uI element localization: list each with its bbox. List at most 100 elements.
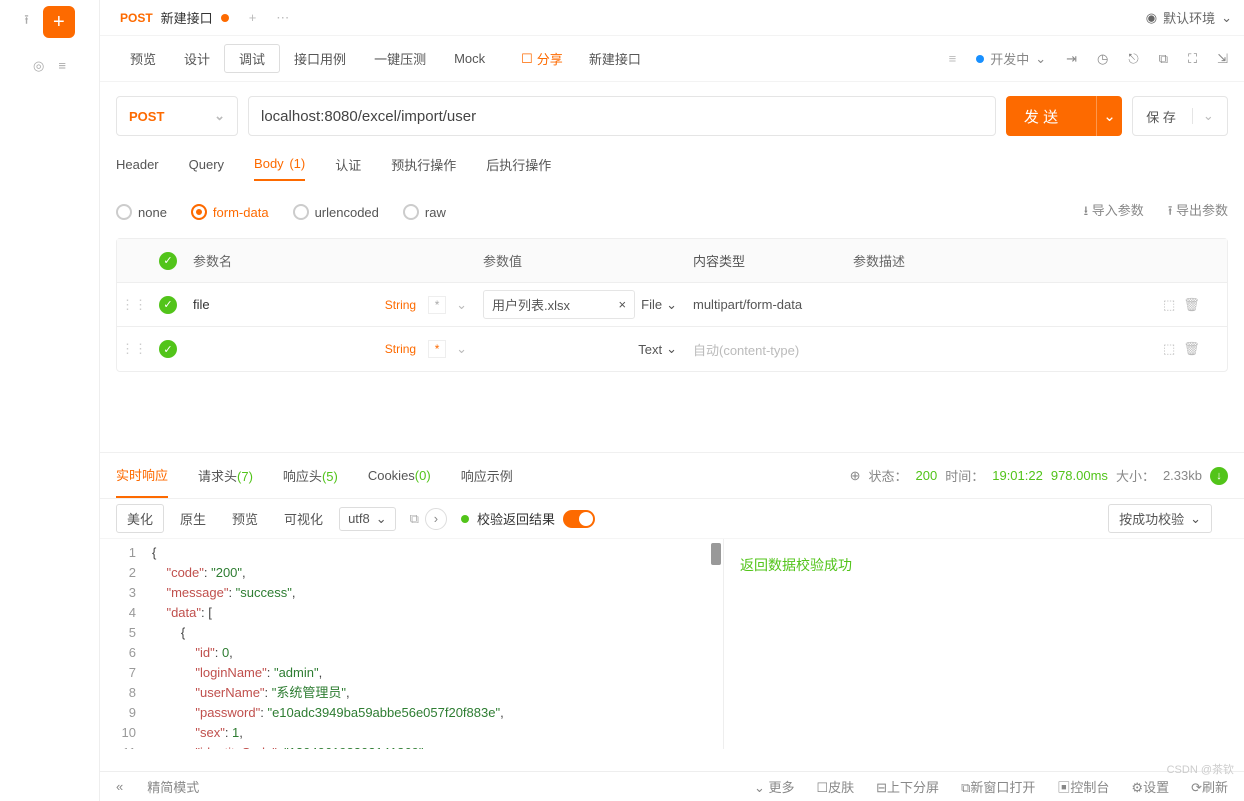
skin-button[interactable]: ☐皮肤	[816, 777, 854, 796]
value-type-select[interactable]: Text ⌄	[638, 341, 677, 357]
content-type-input[interactable]: multipart/form-data	[685, 297, 845, 312]
export-icon[interactable]: ⇲	[1217, 51, 1228, 67]
validate-toggle[interactable]	[563, 510, 595, 528]
tool-raw[interactable]: 原生	[170, 505, 216, 532]
chevron-down-icon[interactable]: ⌄	[456, 341, 467, 357]
download-icon[interactable]: ↓	[1210, 467, 1228, 485]
clock-icon[interactable]: ◷	[1097, 51, 1108, 67]
subnav-design[interactable]: 设计	[170, 49, 224, 68]
resp-tab-cookies[interactable]: Cookies(0)	[368, 456, 431, 495]
more-tabs-icon[interactable]: ⋯	[276, 10, 289, 26]
collapse-left-icon[interactable]: «	[116, 779, 123, 794]
tool-preview[interactable]: 预览	[222, 505, 268, 532]
response-body[interactable]: 1234567891011 { "code": "200", "message"…	[100, 539, 724, 749]
new-tab-icon[interactable]: +	[249, 10, 257, 26]
copy-icon[interactable]: ⧉	[410, 511, 419, 527]
param-value-input[interactable]: 用户列表.xlsx×	[483, 290, 635, 319]
chevron-down-icon: ⌄	[214, 108, 225, 124]
radio-urlencoded[interactable]: urlencoded	[293, 204, 379, 220]
tab-post[interactable]: 后执行操作	[486, 155, 551, 182]
expand-icon[interactable]: ⛶	[1188, 51, 1197, 67]
new-api-input[interactable]: 新建接口	[589, 49, 641, 68]
export-params[interactable]: ⭱ 导出参数	[1168, 200, 1228, 224]
required-toggle[interactable]: *	[428, 340, 446, 358]
param-name-input[interactable]: file	[193, 297, 210, 312]
mode-label[interactable]: 精简模式	[147, 777, 199, 796]
chevron-down-icon: ⌄	[1190, 511, 1201, 527]
drag-handle-icon[interactable]: ⋮⋮	[117, 297, 151, 313]
cube-icon[interactable]: ⬚	[1163, 297, 1175, 313]
target-icon[interactable]: ◎	[33, 58, 44, 74]
resp-tab-resh[interactable]: 响应头(5)	[283, 454, 338, 497]
settings-button[interactable]: ⚙设置	[1131, 777, 1169, 796]
radio-icon	[293, 204, 309, 220]
check-all-icon[interactable]: ✓	[159, 252, 177, 270]
console-button[interactable]: ▣控制台	[1057, 777, 1109, 796]
more-button[interactable]: ⌄ 更多	[754, 777, 795, 796]
url-input[interactable]: localhost:8080/excel/import/user	[248, 96, 996, 136]
row-check-icon[interactable]: ✓	[159, 340, 177, 358]
radio-formdata[interactable]: form-data	[191, 204, 269, 220]
encoding-select[interactable]: utf8⌄	[339, 507, 396, 531]
delete-icon[interactable]: 🗑	[1183, 297, 1200, 313]
subnav-preview[interactable]: 预览	[116, 49, 170, 68]
dev-status[interactable]: 开发中⌄	[976, 49, 1046, 68]
tab-active[interactable]: POST 新建接口	[110, 8, 239, 27]
subnav-mock[interactable]: Mock	[440, 51, 499, 66]
collapse-icon[interactable]: ≡	[949, 51, 957, 66]
drag-handle-icon[interactable]: ⋮⋮	[117, 341, 151, 357]
env-selector[interactable]: ◉ 默认环境 ⌄	[1146, 8, 1232, 27]
method-select[interactable]: POST⌄	[116, 96, 238, 136]
bottom-status-bar: « 精简模式 ⌄ 更多 ☐皮肤 ⊟上下分屏 ⧉新窗口打开 ▣控制台 ⚙设置 ⟳刷…	[100, 771, 1244, 801]
delete-icon[interactable]: 🗑	[1183, 341, 1200, 357]
subnav-debug[interactable]: 调试	[224, 44, 280, 73]
chevron-down-icon[interactable]: ⌄	[1096, 96, 1122, 136]
content-type-input[interactable]: 自动(content-type)	[685, 340, 845, 359]
refresh-button[interactable]: ⟳刷新	[1191, 777, 1228, 796]
new-window-button[interactable]: ⧉新窗口打开	[961, 777, 1035, 796]
tab-header[interactable]: Header	[116, 157, 159, 180]
tab-auth[interactable]: 认证	[335, 155, 361, 182]
table-header-row: ✓ 参数名 参数值 内容类型 参数描述	[117, 239, 1227, 283]
tab-body-label: Body	[254, 156, 284, 171]
tool-beautify[interactable]: 美化	[116, 504, 164, 533]
cookies-label: Cookies	[368, 468, 415, 483]
validate-mode-select[interactable]: 按成功校验⌄	[1108, 504, 1212, 533]
resp-tab-live[interactable]: 实时响应	[116, 453, 168, 498]
row-check-icon[interactable]: ✓	[159, 296, 177, 314]
tab-pre[interactable]: 预执行操作	[391, 155, 456, 182]
resp-tab-example[interactable]: 响应示例	[461, 454, 513, 497]
upload-icon[interactable]: ⭱	[24, 11, 29, 33]
chevron-down-icon[interactable]: ⌄	[456, 297, 467, 313]
cube-icon[interactable]: ⬚	[1163, 341, 1175, 357]
subnav-cases[interactable]: 接口用例	[280, 49, 360, 68]
save-button[interactable]: 保 存⌄	[1132, 96, 1228, 136]
file-type-label: File	[641, 297, 662, 312]
clear-icon[interactable]: ×	[619, 297, 627, 312]
radio-none[interactable]: none	[116, 204, 167, 220]
type-tag[interactable]: String	[385, 298, 416, 312]
value-type-select[interactable]: File ⌄	[641, 297, 677, 313]
col-name: 参数名	[185, 251, 475, 270]
resh-cnt: (5)	[322, 469, 338, 484]
indent-icon[interactable]: ⇥	[1066, 51, 1077, 67]
type-tag[interactable]: String	[385, 342, 416, 356]
collapse-right-icon[interactable]: ›	[425, 508, 447, 530]
add-button[interactable]: +	[43, 6, 75, 38]
lock-icon[interactable]: ⎋	[1128, 51, 1138, 67]
required-toggle[interactable]: *	[428, 296, 446, 314]
radio-raw[interactable]: raw	[403, 204, 446, 220]
import-params[interactable]: ⭳ 导入参数	[1084, 200, 1144, 224]
chevron-down-icon[interactable]: ⌄	[1192, 108, 1214, 124]
resp-tab-reqh[interactable]: 请求头(7)	[198, 454, 253, 497]
split-button[interactable]: ⊟上下分屏	[876, 777, 939, 796]
copy-icon[interactable]: ⧉	[1159, 51, 1168, 67]
tab-body[interactable]: Body (1)	[254, 156, 305, 181]
send-button[interactable]: 发 送⌄	[1006, 96, 1122, 136]
tool-visual[interactable]: 可视化	[274, 505, 333, 532]
share-button[interactable]: ☐ 分享	[509, 49, 575, 68]
subnav-loadtest[interactable]: 一键压测	[360, 49, 440, 68]
tab-query[interactable]: Query	[189, 157, 224, 180]
scrollbar-thumb[interactable]	[711, 543, 721, 565]
filter-icon[interactable]: ≡	[58, 58, 66, 74]
